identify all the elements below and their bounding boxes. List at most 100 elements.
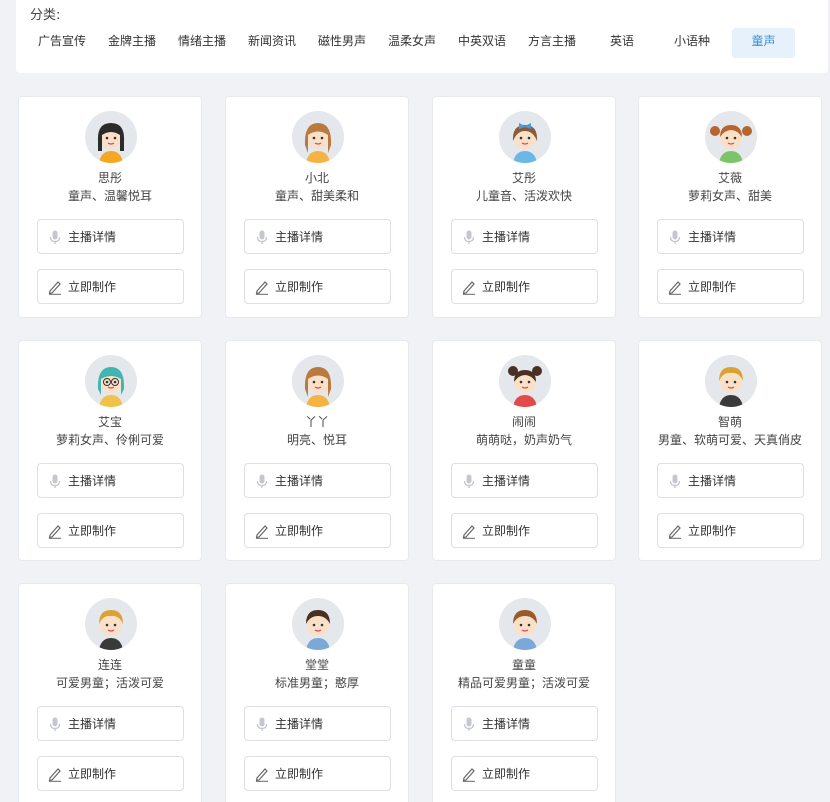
avatar-girl-brown-hair-icon [292,355,344,407]
make-now-label: 立即制作 [688,280,737,294]
avatar-girl-blue-bow-icon [499,111,551,163]
make-now-button[interactable]: 立即制作 [244,513,391,548]
pencil-icon [47,766,63,782]
voice-card: 堂堂标准男童；憨厚主播详情立即制作 [225,583,409,802]
voice-name: 艾薇 [717,171,742,185]
make-now-button[interactable]: 立即制作 [37,513,184,548]
voice-name: 堂堂 [304,658,329,672]
voice-description: 萝莉女声、伶俐可爱 [55,433,164,447]
voice-detail-button[interactable]: 主播详情 [244,463,391,498]
pencil-icon [667,523,683,539]
voice-description: 标准男童；憨厚 [274,676,359,690]
microphone-icon [667,229,683,245]
avatar-girl-buns-icon [499,355,551,407]
voice-name: 连连 [97,658,122,672]
microphone-icon [47,229,63,245]
voice-detail-label: 主播详情 [482,717,531,731]
voice-name: 艾宝 [97,415,122,429]
voice-detail-button[interactable]: 主播详情 [37,219,184,254]
pencil-icon [461,279,477,295]
voice-detail-button[interactable]: 主播详情 [657,219,804,254]
make-now-button[interactable]: 立即制作 [37,269,184,304]
category-panel: 分类: 广告宣传 金牌主播 情绪主播 新闻资讯 磁性男声 温柔女声 中英双语 方言主播 英语 小语… [16,0,828,73]
microphone-icon [254,716,270,732]
make-now-button[interactable]: 立即制作 [244,269,391,304]
avatar-girl-pigtails-icon [705,111,757,163]
voice-name: 童童 [511,658,536,672]
category-tab-1[interactable]: 金牌主播 [102,28,162,58]
voice-detail-button[interactable]: 主播详情 [451,219,598,254]
voice-detail-button[interactable]: 主播详情 [37,706,184,741]
voice-detail-button[interactable]: 主播详情 [451,706,598,741]
category-tab-7[interactable]: 方言主播 [522,28,582,58]
voice-detail-label: 主播详情 [68,474,117,488]
voice-detail-label: 主播详情 [275,230,324,244]
voice-description: 童声、温馨悦耳 [67,189,152,203]
avatar-boy-blond-icon [705,355,757,407]
category-tab-5[interactable]: 温柔女声 [382,28,442,58]
category-label: 分类: [30,8,61,23]
category-tab-0[interactable]: 广告宣传 [32,28,92,58]
voice-card: 思彤童声、温馨悦耳 主播详情立即制作 [18,96,202,318]
make-now-label: 立即制作 [68,524,117,538]
voice-detail-label: 主播详情 [275,474,324,488]
make-now-label: 立即制作 [482,767,531,781]
category-tab-4[interactable]: 磁性男声 [312,28,372,58]
voice-description: 童声、甜美柔和 [274,189,359,203]
make-now-label: 立即制作 [688,524,737,538]
voice-name: 思彤 [97,171,122,185]
voice-name: 小北 [304,171,329,185]
make-now-button[interactable]: 立即制作 [451,513,598,548]
voice-detail-button[interactable]: 主播详情 [37,463,184,498]
microphone-icon [667,473,683,489]
microphone-icon [254,229,270,245]
make-now-button[interactable]: 立即制作 [451,756,598,791]
microphone-icon [254,473,270,489]
microphone-icon [461,473,477,489]
voice-card: 小北童声、甜美柔和 主播详情立即制作 [225,96,409,318]
pencil-icon [461,523,477,539]
voice-detail-label: 主播详情 [68,230,117,244]
make-now-label: 立即制作 [275,280,324,294]
voice-detail-button[interactable]: 主播详情 [451,463,598,498]
microphone-icon [461,716,477,732]
microphone-icon [47,473,63,489]
voice-detail-button[interactable]: 主播详情 [244,706,391,741]
make-now-label: 立即制作 [68,767,117,781]
pencil-icon [254,766,270,782]
microphone-icon [461,229,477,245]
category-tab-10[interactable]: 童声 [732,28,795,58]
voice-card: 艾薇 萝莉女声、甜美 主播详情 立即制作 [638,96,822,318]
voice-detail-button[interactable]: 主播详情 [244,219,391,254]
category-tab-6[interactable]: 中英双语 [452,28,512,58]
make-now-button[interactable]: 立即制作 [37,756,184,791]
voice-description: 精品可爱男童；活泼可爱 [457,676,590,690]
category-tab-2[interactable]: 情绪主播 [172,28,232,58]
voice-name: 智萌 [717,415,742,429]
avatar-girl-brown-hair-icon [292,111,344,163]
voice-name: 艾彤 [511,171,536,185]
voice-detail-label: 主播详情 [68,717,117,731]
avatar-girl-black-hair-icon [85,111,137,163]
make-now-button[interactable]: 立即制作 [657,513,804,548]
voice-name: 闹闹 [511,415,536,429]
voice-description: 可爱男童；活泼可爱 [55,676,164,690]
make-now-button[interactable]: 立即制作 [244,756,391,791]
make-now-button[interactable]: 立即制作 [451,269,598,304]
category-tab-3[interactable]: 新闻资讯 [242,28,302,58]
voice-detail-label: 主播详情 [688,230,737,244]
voice-description: 儿童音、活泼欢快 [475,189,572,203]
voice-card: 丫丫 明亮、悦耳 主播详情 立即制作 [225,340,409,561]
make-now-label: 立即制作 [482,280,531,294]
category-tab-9[interactable]: 小语种 [662,28,722,58]
voice-detail-button[interactable]: 主播详情 [657,463,804,498]
voice-description: 明亮、悦耳 [286,433,347,447]
pencil-icon [47,523,63,539]
make-now-button[interactable]: 立即制作 [657,269,804,304]
voice-description: 萌萌哒，奶声奶气 [475,433,572,447]
voice-detail-label: 主播详情 [482,230,531,244]
voice-card: 智萌 男童、软萌可爱、天真俏皮 主播详情 立即制作 [638,340,822,561]
pencil-icon [254,523,270,539]
voice-card: 艾彤儿童音、活泼欢快主播详情立即制作 [432,96,616,318]
category-tab-8[interactable]: 英语 [592,28,652,58]
